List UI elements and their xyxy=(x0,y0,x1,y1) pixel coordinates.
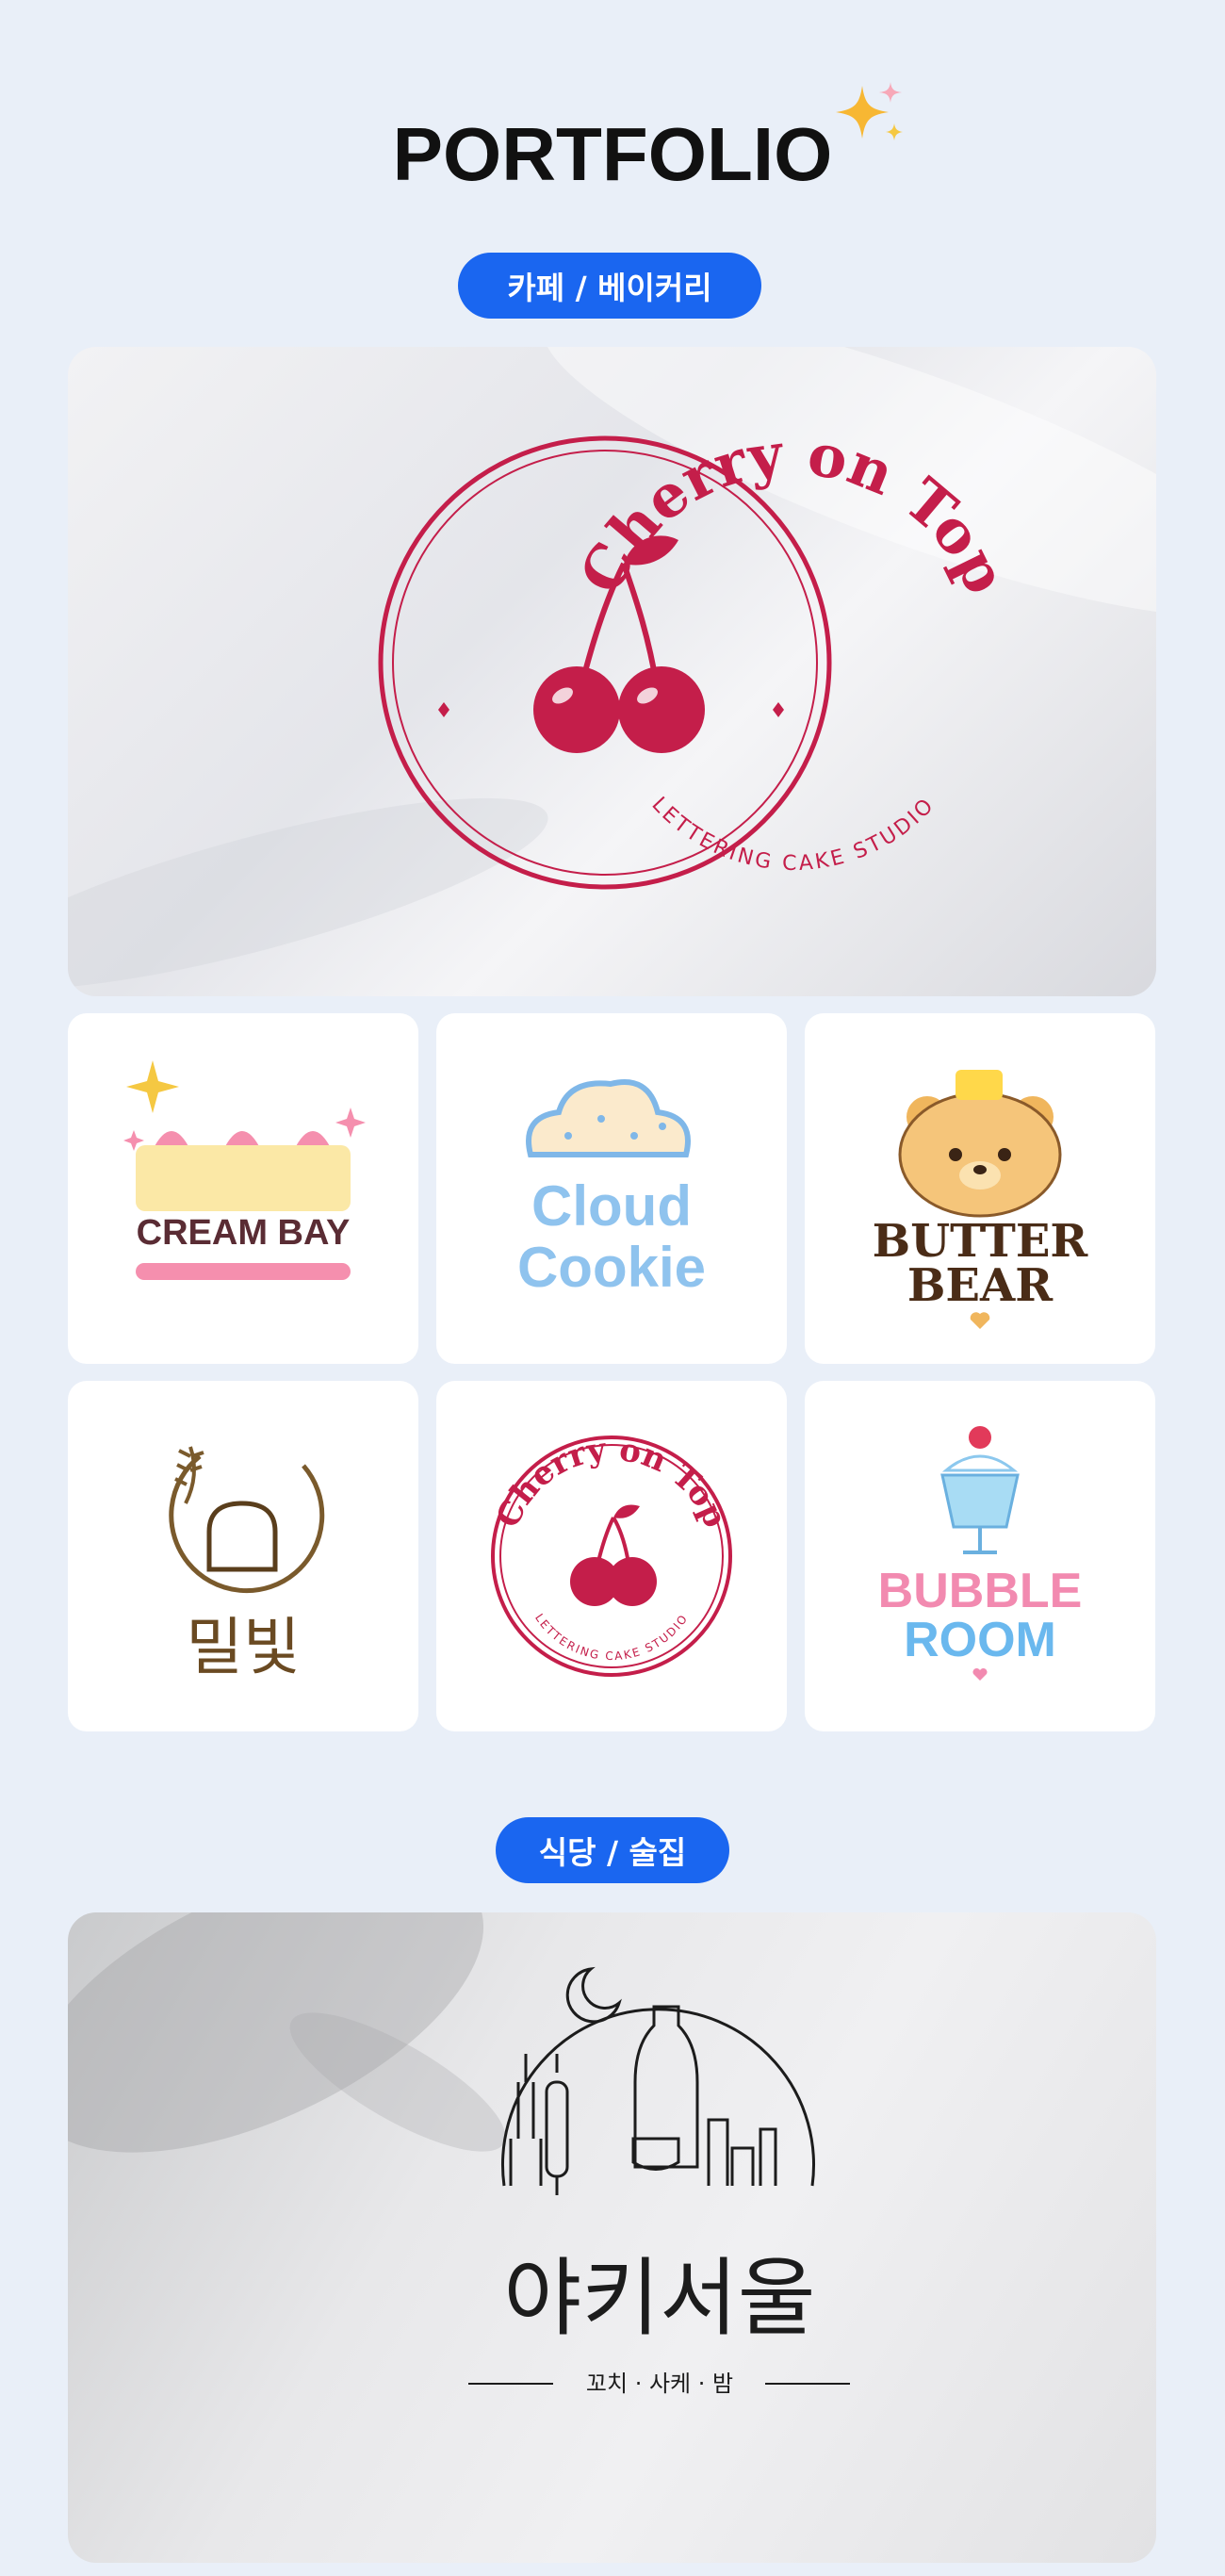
logo-brand-text: CREAM BAY xyxy=(137,1213,351,1253)
category-pill-restaurant-bar[interactable]: 식당 / 술집 xyxy=(496,1817,729,1883)
logo-card-milbit[interactable]: 밀빛 xyxy=(68,1381,418,1731)
logo-card-cherry-on-top[interactable]: Cherry on Top LETTERING CAKE STUDIO xyxy=(436,1381,787,1731)
cream-soda-icon xyxy=(940,1426,1020,1554)
logo-brand-line2: ROOM xyxy=(904,1613,1056,1667)
bear-icon xyxy=(898,1070,1062,1218)
cookie-cloud-icon xyxy=(526,1079,691,1157)
night-city-icon xyxy=(501,1966,815,2195)
cherry-icon xyxy=(570,1504,657,1606)
logo-card-bubble-room[interactable]: BUBBLE ROOM xyxy=(805,1381,1155,1731)
cherry-on-top-stamp: Cherry on Top LETTERING CAKE STUDIO xyxy=(68,347,1156,990)
hero-tagline-text: LETTERING CAKE STUDIO xyxy=(647,793,938,876)
cherry-icon xyxy=(533,535,705,753)
svg-text:LETTERING CAKE STUDIO: LETTERING CAKE STUDIO xyxy=(532,1611,691,1663)
page-title: PORTFOLIO xyxy=(392,82,904,198)
logo-brand-text: 밀빛 xyxy=(186,1611,300,1683)
logo-brand-line1: Cloud xyxy=(531,1174,692,1238)
logo-brand-line2: Cookie xyxy=(517,1236,706,1299)
hero-brand-text: 야키서울 xyxy=(503,2249,815,2348)
logo-card-cream-bay[interactable]: CREAM BAY xyxy=(68,1013,418,1364)
hero-mockup-yakiseoul: 야키서울 꼬치 · 사케 · 밤 xyxy=(68,1912,1156,2563)
hero-tagline-text: 꼬치 · 사케 · 밤 xyxy=(586,2371,733,2397)
logo-card-butter-bear[interactable]: BUTTER BEAR xyxy=(805,1013,1155,1364)
hero-mockup-cherry-on-top: Cherry on Top LETTERING CAKE STUDIO xyxy=(68,347,1156,996)
sparkle-icon xyxy=(836,82,904,140)
logo-tagline-text: LETTERING CAKE STUDIO xyxy=(532,1611,689,1663)
page-title-text: PORTFOLIO xyxy=(392,112,833,196)
logo-brand-line2: BEAR xyxy=(907,1259,1054,1312)
svg-text:LETTERING CAKE STUDIO: LETTERING CAKE STUDIO xyxy=(647,793,940,876)
header: PORTFOLIO xyxy=(0,82,1225,198)
logo-brand-line1: BUBBLE xyxy=(878,1564,1083,1618)
yakiseoul-logo: 야키서울 꼬치 · 사케 · 밤 xyxy=(68,1912,850,2397)
logo-card-cloud-cookie[interactable]: Cloud Cookie xyxy=(436,1013,787,1364)
category-pill-cafe-bakery[interactable]: 카페 / 베이커리 xyxy=(458,253,761,319)
bread-wheat-icon xyxy=(169,1446,325,1594)
